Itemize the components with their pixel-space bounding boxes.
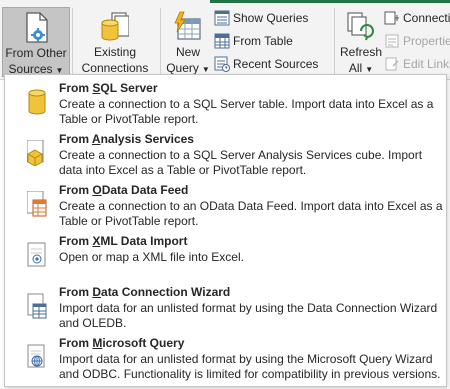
- active-tab-accent-line: [210, 0, 450, 3]
- menu-item-analysis-services[interactable]: From Analysis Services Create a connecti…: [5, 128, 446, 178]
- refresh-all-label-line1: Refresh: [339, 45, 383, 59]
- edit-links-icon: [385, 57, 399, 71]
- menu-item-title: From OData Data Feed: [59, 183, 188, 197]
- refresh-icon: [347, 12, 374, 41]
- menu-item-title-pre: From: [59, 234, 93, 248]
- chevron-down-icon: ▼: [365, 65, 374, 74]
- properties-button[interactable]: Propertie: [384, 31, 450, 51]
- menu-item-microsoft-query[interactable]: From Microsoft Query Import data for an …: [5, 332, 446, 382]
- menu-item-xml-import[interactable]: From XML Data Import Open or map a XML f…: [5, 230, 446, 280]
- properties-icon: [385, 34, 399, 48]
- menu-item-title-pre: From: [59, 132, 92, 146]
- menu-item-title-post: nalysis Services: [100, 132, 194, 146]
- document-gear-icon: [26, 12, 48, 43]
- existing-connections-label-line1: Existing: [93, 45, 137, 59]
- query-list-icon: [214, 10, 230, 26]
- table-grid-icon: [214, 33, 230, 49]
- menu-item-description: Create a connection to a SQL Server Anal…: [59, 148, 423, 177]
- connections-icon: [384, 11, 399, 25]
- show-queries-button[interactable]: Show Queries: [214, 8, 308, 28]
- menu-item-title: From SQL Server: [59, 81, 158, 95]
- menu-item-title-accel: O: [92, 183, 102, 197]
- from-other-sources-menu: From SQL Server Create a connection to a…: [4, 74, 447, 387]
- menu-item-title-pre: From: [59, 81, 93, 95]
- menu-item-title-pre: From: [59, 336, 93, 350]
- table-lightning-icon: [174, 11, 201, 40]
- menu-item-title-post: icrosoft Query: [102, 336, 185, 350]
- recent-sources-label: Recent Sources: [233, 57, 319, 71]
- connections-button[interactable]: Connectio: [384, 8, 450, 28]
- sql-server-database-icon: [28, 89, 46, 115]
- menu-item-data-connection-wizard[interactable]: From Data Connection Wizard Import data …: [5, 281, 446, 331]
- from-table-label: From Table: [233, 34, 293, 48]
- menu-item-description: Create a connection to an OData Data Fee…: [59, 199, 443, 228]
- existing-connections-button[interactable]: Existing Connections: [77, 7, 153, 77]
- menu-item-title-accel: M: [92, 336, 103, 350]
- microsoft-query-icon: [27, 344, 45, 368]
- xml-file-icon: [27, 242, 46, 267]
- menu-item-title-accel: A: [91, 132, 101, 146]
- new-query-label-line1: New: [175, 45, 200, 59]
- recent-clock-icon: [214, 56, 230, 72]
- recent-sources-button[interactable]: Recent Sources: [214, 54, 318, 74]
- from-table-button[interactable]: From Table: [214, 31, 293, 51]
- refresh-all-label-text: All: [348, 61, 363, 75]
- menu-item-title-post: QL Server: [100, 81, 158, 95]
- data-connection-wizard-icon: [27, 293, 47, 319]
- menu-item-title: From XML Data Import: [59, 234, 187, 248]
- menu-item-title-post: Data Data Feed: [101, 183, 189, 197]
- from-other-sources-label-line1: From Other: [5, 46, 67, 60]
- analysis-services-cube-icon: [27, 140, 44, 166]
- chevron-down-icon: ▼: [201, 65, 210, 74]
- menu-item-title: From Analysis Services: [59, 132, 194, 146]
- new-query-label-text: Query: [166, 61, 199, 75]
- menu-item-title-accel: D: [92, 285, 102, 299]
- ribbon-separator: [334, 8, 335, 74]
- menu-item-sql-server[interactable]: From SQL Server Create a connection to a…: [5, 77, 446, 127]
- connections-label: Connectio: [403, 11, 450, 25]
- menu-item-description: Open or map a XML file into Excel.: [59, 250, 244, 264]
- menu-item-title-pre: From: [59, 183, 93, 197]
- ribbon-separator: [72, 8, 73, 74]
- menu-item-title: From Data Connection Wizard: [59, 285, 230, 299]
- refresh-all-button[interactable]: Refresh All ▼: [338, 7, 384, 77]
- menu-item-title-pre: From: [59, 285, 93, 299]
- edit-links-button[interactable]: Edit Links: [384, 54, 450, 74]
- menu-item-title-post: ML Data Import: [100, 234, 188, 248]
- menu-item-title: From Microsoft Query: [59, 336, 184, 350]
- edit-links-label: Edit Links: [403, 57, 450, 71]
- new-query-button[interactable]: New Query ▼: [164, 7, 210, 77]
- from-other-sources-button[interactable]: From Other Sources ▼: [2, 7, 70, 77]
- menu-item-title-post: ata Connection Wizard: [101, 285, 231, 299]
- menu-item-description: Create a connection to a SQL Server tabl…: [59, 97, 434, 126]
- data-ribbon: From Other Sources ▼ Existing Connections…: [0, 0, 450, 80]
- menu-item-odata-feed[interactable]: From OData Data Feed Create a connection…: [5, 179, 446, 229]
- ribbon-separator: [160, 8, 161, 74]
- properties-label: Propertie: [403, 34, 450, 48]
- database-documents-icon: [101, 12, 129, 41]
- odata-feed-icon: [27, 191, 47, 217]
- menu-item-description: Import data for an unlisted format by us…: [59, 301, 438, 330]
- menu-item-description: Import data for an unlisted format by us…: [59, 352, 441, 381]
- show-queries-label: Show Queries: [233, 11, 309, 25]
